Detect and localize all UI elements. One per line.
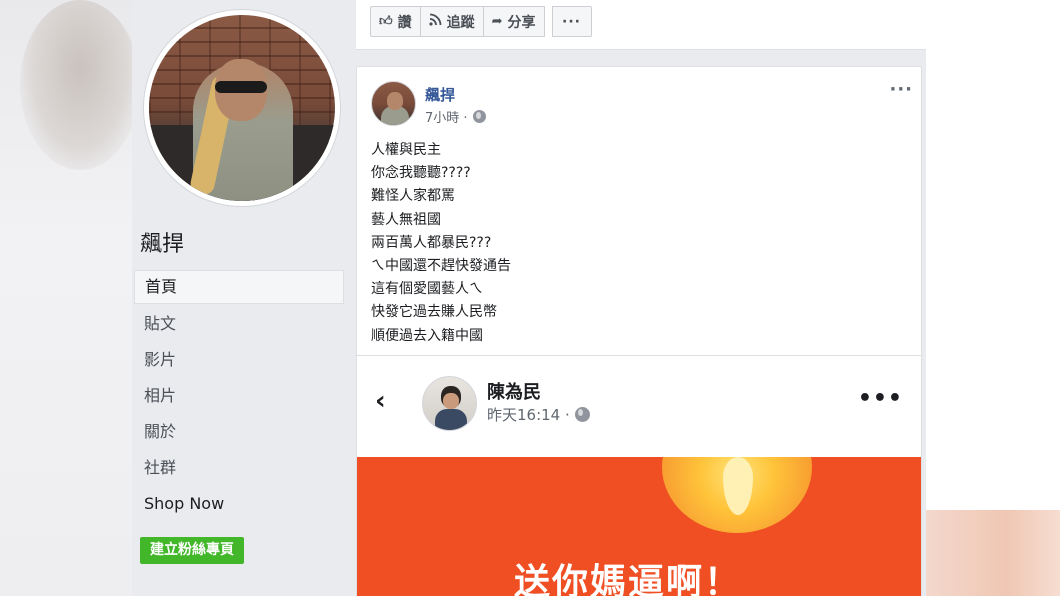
rss-icon xyxy=(428,13,442,30)
chevron-left-icon[interactable]: ‹ xyxy=(375,386,386,416)
shared-image[interactable]: 送你媽逼啊！ xyxy=(357,457,921,596)
page-nav: 首頁 貼文 影片 相片 關於 社群 Shop Now xyxy=(134,270,344,522)
shared-author-name[interactable]: 陳為民 xyxy=(487,378,541,404)
post-text-line: 這有個愛國藝人ㄟ xyxy=(371,281,483,298)
post-text-line: 你念我聽聽???? xyxy=(371,165,471,182)
shared-options-button[interactable]: ••• xyxy=(858,386,903,411)
page-title: 飆捍 xyxy=(140,232,185,257)
post-text-line: 藝人無祖國 xyxy=(371,211,441,228)
shared-post-meta: 昨天16:14 · xyxy=(487,404,590,425)
facebook-page: 飆捍 首頁 貼文 影片 相片 關於 社群 Shop Now 建立粉絲專頁 👍︎ … xyxy=(132,0,926,596)
image-caption: 送你媽逼啊！ xyxy=(514,562,743,596)
more-options-button[interactable]: ··· xyxy=(551,6,592,37)
nav-item-shop-now[interactable]: Shop Now xyxy=(134,486,344,522)
post-card: 飆捍 7小時 · ··· 人權與民主 你念我聽聽???? 難怪人家都罵 藝人無祖… xyxy=(356,66,922,596)
post-text-line: 快發它過去賺人民幣 xyxy=(371,304,497,321)
post-meta: 7小時 · xyxy=(425,107,486,126)
shared-post-header: ‹ 陳為民 昨天16:14 · ••• xyxy=(357,356,921,457)
profile-photo xyxy=(149,15,335,201)
post-text-line: 人權與民主 xyxy=(371,142,441,158)
post-text-line: 難怪人家都罵 xyxy=(371,188,455,205)
avatar-body xyxy=(435,409,467,430)
like-button[interactable]: 👍︎ 讚 xyxy=(370,6,421,37)
create-page-button[interactable]: 建立粉絲專頁 xyxy=(140,537,244,564)
globe-icon xyxy=(472,110,486,123)
blurred-background-left xyxy=(0,0,140,596)
thumbs-up-icon: 👍︎ xyxy=(379,14,393,29)
page-action-bar: 👍︎ 讚 追蹤 ➦ 分享 ··· xyxy=(356,0,926,50)
post-options-button[interactable]: ··· xyxy=(889,79,913,100)
nav-item-photos[interactable]: 相片 xyxy=(134,378,344,414)
shared-timestamp[interactable]: 昨天16:14 · xyxy=(487,404,570,425)
like-label: 讚 xyxy=(397,14,412,31)
follow-label: 追蹤 xyxy=(446,14,475,31)
post-text-line: 兩百萬人都暴民??? xyxy=(371,234,492,251)
share-label: 分享 xyxy=(507,14,536,31)
blurred-shape xyxy=(20,0,140,170)
share-arrow-icon: ➦ xyxy=(491,14,503,29)
avatar-face xyxy=(443,393,459,409)
post-text-line: ㄟ中國還不趕快發通告 xyxy=(371,258,511,275)
post-author-name[interactable]: 飆捍 xyxy=(425,84,455,105)
globe-icon xyxy=(574,407,590,422)
follow-button[interactable]: 追蹤 xyxy=(419,6,484,37)
nav-item-posts[interactable]: 貼文 xyxy=(134,306,344,342)
post-text: 人權與民主 你念我聽聽???? 難怪人家都罵 藝人無祖國 兩百萬人都暴民??? … xyxy=(371,139,511,348)
post-author-avatar[interactable] xyxy=(371,81,416,126)
post-text-line: 順便過去入籍中國 xyxy=(371,327,483,344)
blurred-background-right xyxy=(926,0,1060,596)
sunglasses xyxy=(215,81,267,93)
action-button-group: 👍︎ 讚 追蹤 ➦ 分享 ··· xyxy=(370,6,592,37)
post-timestamp[interactable]: 7小時 · xyxy=(425,107,468,126)
blurred-shape xyxy=(926,510,1060,596)
nav-item-videos[interactable]: 影片 xyxy=(134,342,344,378)
shared-author-avatar[interactable] xyxy=(422,376,477,431)
share-button[interactable]: ➦ 分享 xyxy=(482,6,545,37)
nav-item-home[interactable]: 首頁 xyxy=(134,270,344,304)
profile-picture[interactable] xyxy=(144,10,340,206)
avatar-head xyxy=(387,92,403,110)
nav-item-community[interactable]: 社群 xyxy=(134,450,344,486)
nav-item-about[interactable]: 關於 xyxy=(134,414,344,450)
